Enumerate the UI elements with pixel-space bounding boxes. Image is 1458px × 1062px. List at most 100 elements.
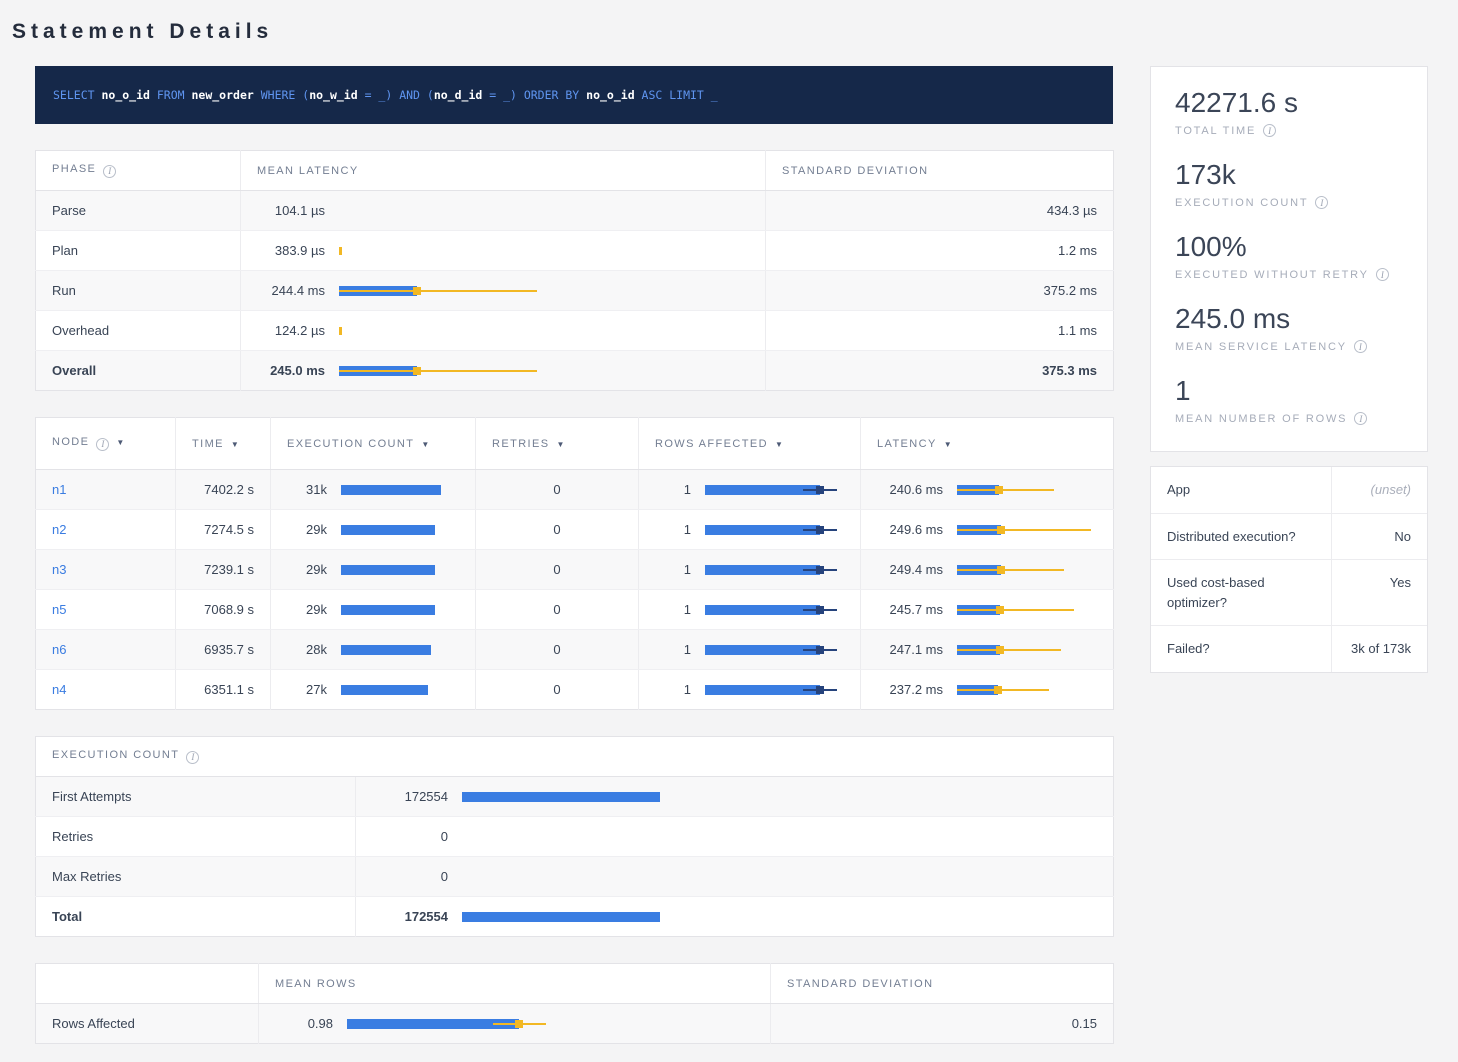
node-link[interactable]: n6: [52, 642, 66, 657]
info-icon[interactable]: i: [1263, 124, 1276, 137]
phase-name-cell: Parse: [36, 191, 241, 231]
stddev-tick: [816, 646, 824, 654]
retries-cell: 0: [476, 590, 639, 630]
mean-rows-bar: [347, 1016, 754, 1032]
std-dev-cell: 1.1 ms: [766, 311, 1114, 351]
stddev-whisker: [339, 290, 537, 292]
node-column-header[interactable]: Nodei▼: [36, 418, 176, 470]
mean-latency-value: 124.2 µs: [257, 323, 325, 338]
execution-count-bar: [341, 522, 459, 538]
time-column-header[interactable]: Time▼: [176, 418, 271, 470]
cell-content: 1: [655, 522, 844, 538]
info-icon[interactable]: i: [103, 165, 116, 178]
stat-total-time: 42271.6 s Total Timei: [1175, 87, 1403, 137]
node-cell: n1: [36, 470, 176, 510]
rows-affected-value: 1: [655, 642, 691, 657]
phase-table-header-row: Phasei Mean Latency Standard Deviation: [36, 151, 1114, 191]
node-row: n37239.1 s29k01249.4 ms: [36, 550, 1114, 590]
mean-bar: [341, 645, 431, 655]
stat-label-text: Execution Count: [1175, 197, 1308, 209]
sort-desc-icon: ▼: [116, 438, 124, 447]
mean-bar: [341, 485, 441, 495]
execution-count-value-cell: 172554: [356, 777, 1114, 817]
cell-content: 28k: [287, 642, 459, 658]
info-icon[interactable]: i: [186, 751, 199, 764]
mean-bar: [341, 525, 435, 535]
info-icon[interactable]: i: [1376, 268, 1389, 281]
stddev-tick: [515, 1020, 523, 1028]
stddev-whisker: [957, 529, 1091, 531]
mean-latency-cell: 104.1 µs: [241, 191, 766, 231]
sort-desc-icon: ▼: [231, 440, 239, 449]
node-link[interactable]: n5: [52, 602, 66, 617]
cell-content: 29k: [287, 522, 459, 538]
node-link[interactable]: n3: [52, 562, 66, 577]
node-link[interactable]: n4: [52, 682, 66, 697]
sql-token: = _) ORDER BY: [482, 88, 586, 102]
stddev-tick: [816, 686, 824, 694]
time-cell: 7068.9 s: [176, 590, 271, 630]
std-dev-cell: 375.2 ms: [766, 271, 1114, 311]
phase-row: Overall245.0 ms375.3 ms: [36, 351, 1114, 391]
info-icon[interactable]: i: [1354, 412, 1367, 425]
rows-affected-value: 1: [655, 602, 691, 617]
stat-executed-without-retry: 100% Executed Without Retryi: [1175, 231, 1403, 281]
execution-count-label-cell: Total: [36, 897, 356, 937]
latency-bar: [957, 522, 1097, 538]
cell-content: 240.6 ms: [877, 482, 1097, 498]
latency-cell: 247.1 ms: [861, 630, 1114, 670]
execution-count-cell: 31k: [271, 470, 476, 510]
latency-cell: 240.6 ms: [861, 470, 1114, 510]
mean-latency-bar: [339, 243, 749, 259]
stat-value: 173k: [1175, 159, 1403, 191]
phase-row: Overhead 124.2 µs 1.1 ms: [36, 311, 1114, 351]
stat-label-text: Mean Number of Rows: [1175, 413, 1347, 425]
rows-table-header-row: Mean Rows Standard Deviation: [36, 964, 1114, 1004]
attribute-row-distributed-execution: Distributed execution? No: [1151, 514, 1427, 561]
retries-cell: 0: [476, 630, 639, 670]
latency-column-header[interactable]: Latency▼: [861, 418, 1114, 470]
rows-affected-value: 1: [655, 522, 691, 537]
info-icon[interactable]: i: [1315, 196, 1328, 209]
node-link[interactable]: n1: [52, 482, 66, 497]
execution-count-value-cell: 0: [356, 857, 1114, 897]
mean-latency-value: 104.1 µs: [257, 203, 325, 218]
sql-token: no_o_id: [586, 88, 634, 102]
retries-cell: 0: [476, 470, 639, 510]
cell-content: 1: [655, 682, 844, 698]
info-icon[interactable]: i: [96, 438, 109, 451]
attribute-row-failed: Failed? 3k of 173k: [1151, 626, 1427, 672]
stddev-tick: [994, 686, 1002, 694]
phase-name-cell: Plan: [36, 231, 241, 271]
node-row: n46351.1 s27k01237.2 ms: [36, 670, 1114, 710]
mean-latency-column-header: Mean Latency: [241, 151, 766, 191]
time-cell: 6351.1 s: [176, 670, 271, 710]
info-icon[interactable]: i: [1354, 340, 1367, 353]
rows-affected-bar: [705, 642, 844, 658]
stat-label: Executed Without Retryi: [1175, 268, 1403, 281]
execution-count-bar: [341, 682, 459, 698]
rows-affected-cell: 1: [639, 590, 861, 630]
phase-table: Phasei Mean Latency Standard Deviation P…: [35, 150, 1114, 391]
mean-latency-column-label: Mean Latency: [257, 165, 359, 177]
execution-count-column-header[interactable]: Execution Count▼: [271, 418, 476, 470]
cell-content: 0: [372, 869, 1097, 885]
cell-content: 124.2 µs: [257, 323, 749, 339]
node-row: n66935.7 s28k01247.1 ms: [36, 630, 1114, 670]
attribute-label: Failed?: [1151, 626, 1331, 672]
latency-bar: [957, 642, 1097, 658]
rows-affected-column-header[interactable]: Rows Affected▼: [639, 418, 861, 470]
cell-content: 0: [372, 829, 1097, 845]
cell-content: 172554: [372, 909, 1097, 925]
mean-latency-cell: 383.9 µs: [241, 231, 766, 271]
node-link[interactable]: n2: [52, 522, 66, 537]
stddev-tick: [413, 287, 421, 295]
retries-column-header[interactable]: Retries▼: [476, 418, 639, 470]
phase-name-cell: Overhead: [36, 311, 241, 351]
latency-bar: [957, 682, 1097, 698]
cell-content: 172554: [372, 789, 1097, 805]
stat-mean-service-latency: 245.0 ms Mean Service Latencyi: [1175, 303, 1403, 353]
sort-desc-icon: ▼: [775, 440, 783, 449]
stat-value: 42271.6 s: [1175, 87, 1403, 119]
stddev-whisker: [957, 649, 1061, 651]
